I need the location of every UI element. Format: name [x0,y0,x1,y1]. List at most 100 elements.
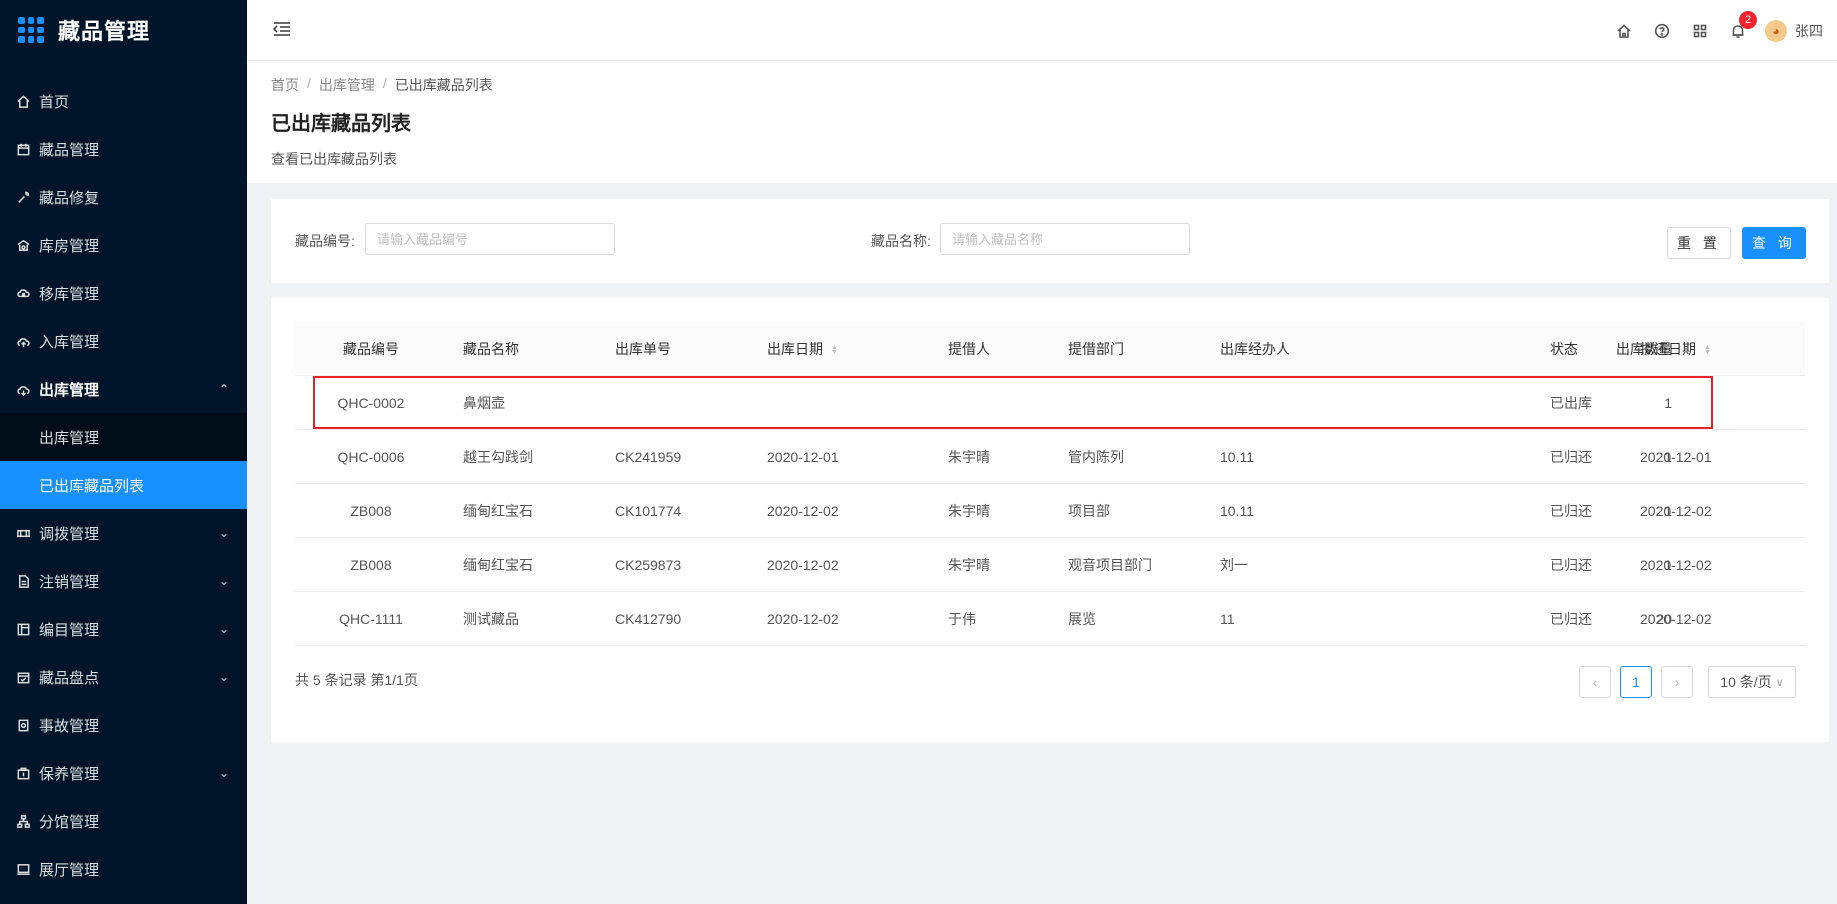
table-cell: 管内陈列 [1068,449,1124,465]
breadcrumb: 首页 / 出库管理 / 已出库藏品列表 [271,75,493,95]
table-body: QHC-0002 鼻烟壶 1 已出库 QHC-0006 越王勾践剑 CK241959 2020… [295,376,1805,646]
username: 张四 [1795,22,1823,39]
query-button[interactable]: 查 询 [1742,227,1806,259]
chevron-right-icon: › [1674,674,1680,690]
sidebar-item-label: 入库管理 [39,333,100,351]
notification-badge: 2 [1739,10,1757,29]
sidebar-item[interactable]: 首页 [0,77,247,125]
sidebar-item[interactable]: 藏品修复 [0,173,247,221]
sidebar-item-label: 分馆管理 [39,813,100,831]
maintenance-icon [15,765,31,781]
help-icon[interactable] [1643,23,1681,39]
logo[interactable]: 藏品管理 [0,0,247,60]
chevron-down-icon: ∨ [1775,676,1784,689]
breadcrumb-current: 已出库藏品列表 [394,77,493,93]
move-icon [15,285,31,301]
table-cell: CK241959 [615,449,682,465]
next-page-button[interactable]: › [1661,666,1693,698]
table-row[interactable]: ZB008 缅甸红宝石 CK101774 2020-12-02 朱宇晴 项目部 10.11 1… [295,484,1805,538]
breadcrumb-separator: / [382,75,387,91]
table-cell: 2020-12-02 [767,557,839,573]
table-cell: 已归还 [1550,611,1592,627]
user-menu[interactable]: ◕ 张四 [1757,19,1837,42]
sidebar-item-label: 调拨管理 [39,525,100,543]
table-cell: QHC-0002 [337,395,405,411]
app-grid-icon [18,17,44,43]
column-header: 藏品编号 [343,341,399,357]
table-cell: 朱宇晴 [948,557,990,573]
prev-page-button[interactable]: ‹ [1579,666,1611,698]
sidebar-item[interactable]: 藏品盘点 ⌄ [0,653,247,701]
sidebar-item[interactable]: 移库管理 [0,269,247,317]
apps-icon[interactable] [1681,23,1719,39]
table-row[interactable]: QHC-0006 越王勾践剑 CK241959 2020-12-01 朱宇晴 管内陈列 10… [295,430,1805,484]
table-cell: 2020-12-02 [767,611,839,627]
column-header-sortable[interactable]: 出库日期 ▲ ▼ [767,322,838,376]
reset-button[interactable]: 重 置 [1667,227,1731,259]
sidebar: 藏品管理 首页 藏品管理 藏品修复 库房管理 移库管理 入库管理 出库管理 ⌃ 出库管理 已出库藏… [0,0,247,904]
warehouse-icon [15,237,31,253]
page-number-button[interactable]: 1 [1620,666,1652,698]
file-icon [15,573,31,589]
column-header-sortable[interactable]: 拟还日期 ▲ ▼ [1640,322,1711,376]
table-cell: 缅甸红宝石 [463,503,533,519]
chevron-down-icon: ⌄ [218,526,229,540]
table-cell: CK101774 [615,503,682,519]
home-icon[interactable] [1605,23,1643,39]
sidebar-item-label: 保养管理 [39,765,100,783]
column-header: 出库经办人 [1220,341,1290,357]
sidebar-item[interactable]: 入库管理 [0,317,247,365]
accident-icon [15,717,31,733]
submenu-item[interactable]: 出库管理 [0,413,247,461]
sidebar-item-label: 出库管理 [39,381,100,399]
table-cell: 缅甸红宝石 [463,557,533,573]
column-header: 提借人 [948,341,990,357]
sidebar-item[interactable]: 事故管理 [0,701,247,749]
table-cell: 2020-12-01 [767,449,839,465]
menu-fold-icon[interactable] [272,19,292,39]
chevron-left-icon: ‹ [1592,674,1598,690]
table-cell: 2020-12-02 [1640,611,1712,627]
table-cell: 10.11 [1220,503,1254,519]
sidebar-item[interactable]: 出库管理 ⌃ [0,365,247,413]
breadcrumb-home[interactable]: 首页 [271,75,299,95]
sidebar-item-label: 展厅管理 [39,861,100,879]
table-row[interactable]: ZB008 缅甸红宝石 CK259873 2020-12-02 朱宇晴 观音项目部门 刘一 1… [295,538,1805,592]
column-header-label: 拟还日期 [1640,341,1696,357]
chevron-up-icon: ⌃ [218,382,229,396]
top-header: 2 ◕ 张四 [247,0,1837,61]
name-search-input[interactable] [940,223,1190,255]
table-cell: 观音项目部门 [1068,557,1152,573]
code-label: 藏品编号: [295,233,355,249]
sort-icon[interactable]: ▲ ▼ [831,344,838,356]
wrench-icon [15,189,31,205]
code-search-input[interactable] [365,223,615,255]
table-cell: 项目部 [1068,503,1110,519]
breadcrumb-outbound[interactable]: 出库管理 [319,75,375,95]
sidebar-item[interactable]: 编目管理 ⌄ [0,605,247,653]
submenu-item[interactable]: 已出库藏品列表 [0,461,247,509]
table-row[interactable]: QHC-0002 鼻烟壶 1 已出库 [295,376,1805,430]
calendar-icon [15,141,31,157]
inventory-icon [15,669,31,685]
sidebar-item[interactable]: 注销管理 ⌄ [0,557,247,605]
table-row[interactable]: QHC-1111 测试藏品 CK412790 2020-12-02 于伟 展览 11 20 已归… [295,592,1805,646]
sidebar-item[interactable]: 展厅管理 [0,845,247,893]
page-size-select[interactable]: 10 条/页 ∨ [1708,666,1796,698]
breadcrumb-separator: / [307,75,311,91]
sidebar-menu: 首页 藏品管理 藏品修复 库房管理 移库管理 入库管理 出库管理 ⌃ 出库管理 已出库藏品列表 调拨… [0,77,247,893]
notification-bell-icon[interactable]: 2 [1719,10,1757,39]
chevron-down-icon: ⌄ [218,766,229,780]
sort-icon[interactable]: ▲ ▼ [1704,344,1711,356]
sidebar-item[interactable]: 保养管理 ⌄ [0,749,247,797]
table-cell: 朱宇晴 [948,503,990,519]
table-cell: 测试藏品 [463,611,519,627]
sidebar-item[interactable]: 调拨管理 ⌄ [0,509,247,557]
sidebar-item-label: 首页 [39,93,70,111]
table-cell: QHC-0006 [337,449,405,465]
page-size-value: 10 条/页 [1720,674,1772,690]
sidebar-item[interactable]: 库房管理 [0,221,247,269]
sidebar-item[interactable]: 藏品管理 [0,125,247,173]
sidebar-item[interactable]: 分馆管理 [0,797,247,845]
table-cell: 已归还 [1550,503,1592,519]
